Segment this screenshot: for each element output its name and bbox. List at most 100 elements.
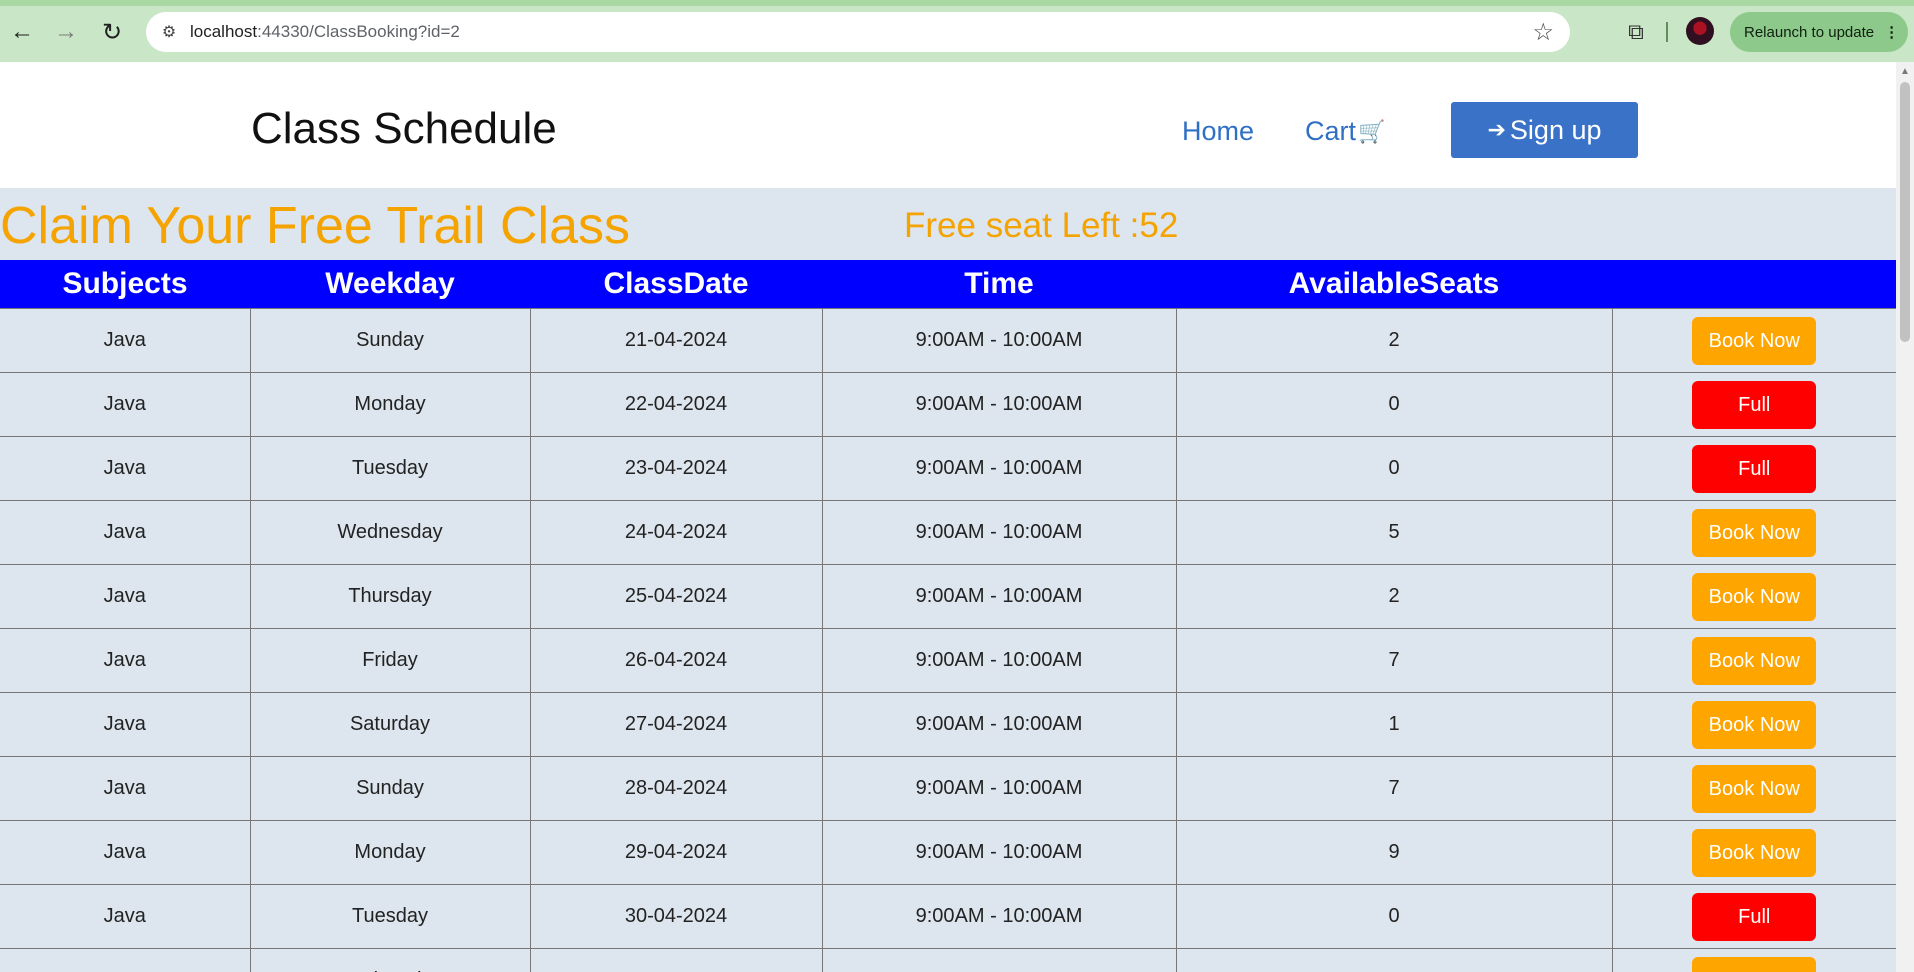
weekday-cell: Monday [249, 372, 531, 437]
weekday-cell: Sunday [249, 756, 531, 821]
available-seats-cell: 7 [1175, 756, 1613, 821]
action-cell: Book Now [1611, 820, 1896, 885]
subject-cell: Java [0, 308, 251, 373]
page-scrollbar[interactable]: ▲ [1896, 62, 1914, 972]
nav-cart-link[interactable]: Cart 🛒 [1305, 116, 1385, 147]
table-row: Java Saturday 27-04-2024 9:00AM - 10:00AM 1 B… [0, 692, 1896, 757]
subject-cell: Java [0, 436, 251, 501]
scrollbar-thumb[interactable] [1900, 82, 1910, 342]
weekday-cell: Wednesday [249, 500, 531, 565]
subject-cell: Java [0, 500, 251, 565]
url-path: :44330/ClassBooking?id=2 [257, 22, 460, 41]
subject-cell: Java [0, 884, 251, 949]
full-button[interactable]: Full [1692, 380, 1817, 429]
book-now-button[interactable]: Book Now [1692, 316, 1817, 365]
url-host: localhost [190, 22, 258, 41]
page-content: Class Schedule Home Cart 🛒 ➔ Sign up Claim… [0, 62, 1896, 972]
table-row: Java Tuesday 23-04-2024 9:00AM - 10:00AM 0 Fu… [0, 436, 1896, 501]
weekday-cell: Friday [249, 628, 531, 693]
subject-cell: Java [0, 948, 251, 972]
signup-label: Sign up [1509, 114, 1602, 145]
weekday-cell: Tuesday [249, 436, 531, 501]
url-text[interactable]: localhost:44330/ClassBooking?id=2 [190, 21, 460, 43]
free-seats-left: Free seat Left :52 [904, 206, 1179, 245]
action-cell: Book Now [1611, 308, 1896, 373]
table-row: Java Monday 29-04-2024 9:00AM - 10:00AM 9 Boo… [0, 820, 1896, 885]
time-cell: 9:00AM - 10:00AM [821, 820, 1177, 885]
subject-cell: Java [0, 820, 251, 885]
available-seats-cell: 8 [1175, 948, 1613, 972]
classdate-cell: 24-04-2024 [529, 500, 823, 565]
action-cell: Book Now [1611, 756, 1896, 821]
table-row: Java Monday 22-04-2024 9:00AM - 10:00AM 0 Ful… [0, 372, 1896, 437]
tab-strip [0, 0, 1914, 6]
classdate-cell: 21-04-2024 [529, 308, 823, 373]
relaunch-label: Relaunch to update [1744, 23, 1875, 41]
table-row: Java Tuesday 30-04-2024 9:00AM - 10:00AM 0 Fu… [0, 884, 1896, 949]
book-now-button[interactable]: Book Now [1692, 508, 1817, 557]
action-cell: Book Now [1611, 692, 1896, 757]
subject-cell: Java [0, 756, 251, 821]
time-cell: 9:00AM - 10:00AM [821, 948, 1177, 972]
sign-in-icon: ➔ [1487, 117, 1506, 142]
reload-icon[interactable]: ↻ [94, 14, 130, 50]
book-now-button[interactable]: Book Now [1692, 828, 1817, 877]
weekday-cell: Monday [249, 820, 531, 885]
subject-cell: Java [0, 372, 251, 437]
address-bar[interactable]: ⚙ localhost:44330/ClassBooking?id=2 ☆ [146, 12, 1570, 52]
action-cell: Full [1611, 436, 1896, 501]
time-cell: 9:00AM - 10:00AM [821, 692, 1177, 757]
column-header-availableseats: AvailableSeats [1176, 260, 1612, 309]
classdate-cell: 23-04-2024 [529, 436, 823, 501]
back-icon[interactable]: ← [4, 14, 40, 50]
full-button[interactable]: Full [1692, 892, 1817, 941]
book-now-button[interactable]: Book Now [1692, 764, 1817, 813]
classdate-cell: 27-04-2024 [529, 692, 823, 757]
time-cell: 9:00AM - 10:00AM [821, 756, 1177, 821]
action-cell: Book Now [1611, 500, 1896, 565]
signup-button[interactable]: ➔ Sign up [1451, 102, 1638, 158]
book-now-button[interactable]: Book Now [1692, 956, 1817, 972]
nav-cart-label: Cart [1305, 116, 1357, 146]
promo-banner: Claim Your Free Trail Class Free seat Le… [0, 188, 1896, 260]
bookmark-star-icon[interactable]: ☆ [1532, 18, 1554, 47]
action-cell: Full [1611, 884, 1896, 949]
action-cell: Book Now [1611, 564, 1896, 629]
full-button[interactable]: Full [1692, 444, 1817, 493]
weekday-cell: Sunday [249, 308, 531, 373]
column-header-time: Time [822, 260, 1176, 309]
time-cell: 9:00AM - 10:00AM [821, 500, 1177, 565]
action-cell: Book Now [1611, 628, 1896, 693]
table-row: Java Wednesday 24-04-2024 9:00AM - 10:00AM 5… [0, 500, 1896, 565]
nav-home-link[interactable]: Home [1182, 116, 1254, 147]
subject-cell: Java [0, 628, 251, 693]
promo-title: Claim Your Free Trail Class [0, 197, 630, 255]
book-now-button[interactable]: Book Now [1692, 636, 1817, 685]
available-seats-cell: 5 [1175, 500, 1613, 565]
column-header-action [1612, 260, 1896, 309]
subject-cell: Java [0, 564, 251, 629]
brand-title[interactable]: Class Schedule [251, 104, 557, 154]
browser-toolbar: ← → ↻ ⚙ localhost:44330/ClassBooking?id=… [0, 0, 1914, 62]
profile-avatar[interactable] [1686, 17, 1714, 45]
weekday-cell: Saturday [249, 692, 531, 757]
time-cell: 9:00AM - 10:00AM [821, 564, 1177, 629]
table-row: JavaWednesday01-05-20249:00AM - 10:00AM8… [0, 948, 1896, 972]
available-seats-cell: 0 [1175, 884, 1613, 949]
available-seats-cell: 1 [1175, 692, 1613, 757]
column-header-subjects: Subjects [0, 260, 250, 309]
table-row: Java Sunday 21-04-2024 9:00AM - 10:00AM 2 Boo… [0, 308, 1896, 373]
extensions-icon[interactable]: ⧉ [1618, 14, 1654, 50]
time-cell: 9:00AM - 10:00AM [821, 372, 1177, 437]
book-now-button[interactable]: Book Now [1692, 572, 1817, 621]
book-now-button[interactable]: Book Now [1692, 700, 1817, 749]
available-seats-cell: 2 [1175, 308, 1613, 373]
scroll-up-icon[interactable]: ▲ [1900, 66, 1910, 77]
forward-icon[interactable]: → [48, 14, 84, 50]
cart-icon: 🛒 [1358, 118, 1386, 144]
available-seats-cell: 0 [1175, 372, 1613, 437]
site-info-icon[interactable]: ⚙ [156, 19, 182, 45]
relaunch-button[interactable]: Relaunch to update ⋮ [1730, 12, 1908, 52]
classdate-cell: 01-05-2024 [529, 948, 823, 972]
table-row: Java Sunday 28-04-2024 9:00AM - 10:00AM 7 Boo… [0, 756, 1896, 821]
